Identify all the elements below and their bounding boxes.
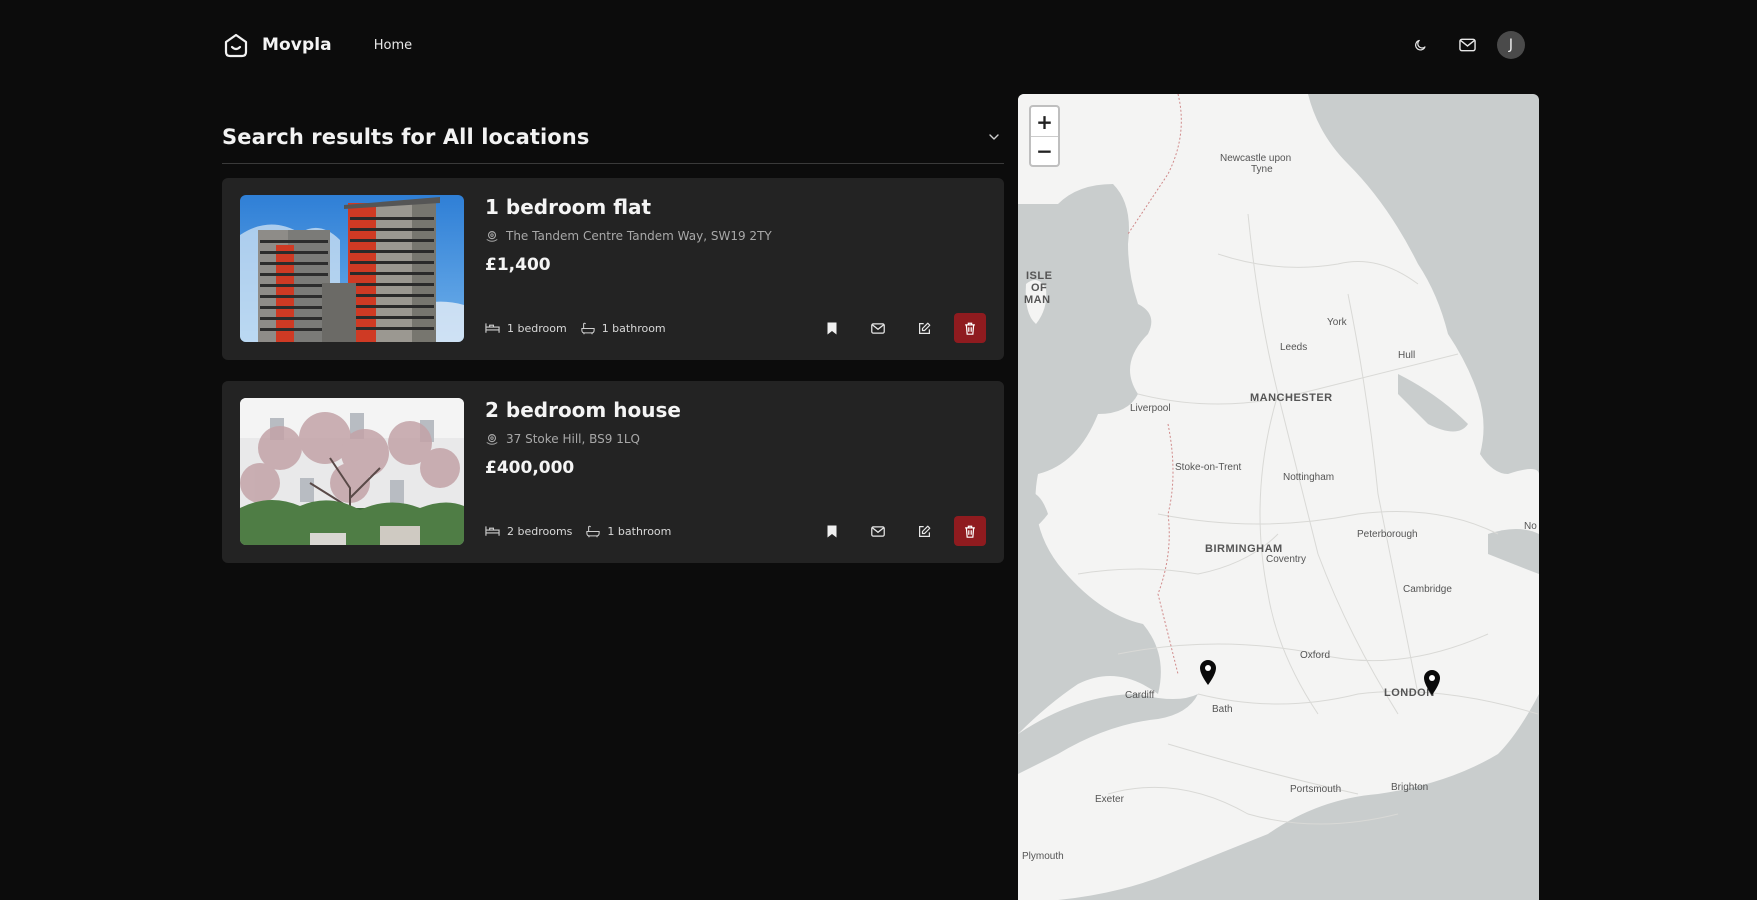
trash-icon — [965, 525, 975, 538]
listing-actions — [802, 313, 986, 343]
map-label-man: MAN — [1024, 294, 1051, 306]
chevron-down-icon[interactable] — [986, 129, 1002, 145]
map-label-coventry: Coventry — [1266, 554, 1307, 565]
bed-icon — [485, 323, 500, 333]
theme-toggle-button[interactable] — [1407, 31, 1435, 59]
listing-address: The Tandem Centre Tandem Way, SW19 2TY — [485, 229, 986, 243]
map-zoom-control: + − — [1029, 105, 1060, 167]
listing-photo[interactable] — [240, 398, 464, 545]
map-label-stoke: Stoke-on-Trent — [1175, 462, 1242, 473]
map-label-bath: Bath — [1212, 704, 1233, 715]
map-label-york: York — [1327, 317, 1347, 328]
listing-footer: 1 bedroom 1 bathroom — [485, 313, 986, 343]
results-header: Search results for All locations — [222, 110, 1004, 164]
bath-icon — [586, 525, 601, 537]
listing-title[interactable]: 2 bedroom house — [485, 398, 986, 422]
brand-logo[interactable]: Movpla — [222, 31, 332, 59]
listing-details: 1 bedroom flat The Tandem Centre Tandem … — [485, 195, 986, 343]
bathrooms-text: 1 bathroom — [601, 321, 666, 335]
listing-price: £1,400 — [485, 255, 551, 275]
delete-listing-button[interactable] — [954, 516, 986, 546]
bathrooms-text: 1 bathroom — [607, 524, 672, 538]
results-map[interactable]: + − Newcastle upon Tyne ISLE OF MAN York… — [1018, 94, 1539, 900]
save-listing-button[interactable] — [816, 516, 848, 546]
results-panel: Search results for All locations 1 bedro… — [222, 110, 1004, 563]
map-label-peterborough: Peterborough — [1357, 529, 1418, 540]
user-avatar[interactable]: J — [1497, 31, 1525, 59]
house-blossom-photo — [240, 398, 464, 545]
edit-listing-button[interactable] — [908, 313, 940, 343]
map-label-manchester: MANCHESTER — [1250, 392, 1333, 404]
listing-details: 2 bedroom house 37 Stoke Hill, BS9 1LQ £… — [485, 398, 986, 546]
zoom-out-button[interactable]: − — [1031, 136, 1058, 165]
bookmark-icon — [827, 525, 837, 537]
mail-icon — [871, 322, 885, 334]
house-logo-icon — [224, 33, 248, 58]
contact-listing-button[interactable] — [862, 313, 894, 343]
map-label-hull: Hull — [1398, 350, 1416, 361]
listing-card[interactable]: 2 bedroom house 37 Stoke Hill, BS9 1LQ £… — [222, 381, 1004, 563]
edit-icon — [918, 525, 930, 537]
bedrooms-feature: 1 bedroom — [485, 322, 567, 335]
address-text: The Tandem Centre Tandem Way, SW19 2TY — [506, 229, 772, 243]
listing-title[interactable]: 1 bedroom flat — [485, 195, 986, 219]
nav-home-link[interactable]: Home — [374, 38, 412, 53]
map-label-newcastle: Newcastle upon — [1220, 153, 1292, 164]
header-actions: J — [1389, 31, 1525, 59]
bedrooms-feature: 2 bedrooms — [485, 525, 572, 538]
map-label-of: OF — [1031, 282, 1048, 294]
map-label-oxford: Oxford — [1300, 650, 1331, 661]
map-label-no: No — [1524, 521, 1537, 532]
listing-card[interactable]: 1 bedroom flat The Tandem Centre Tandem … — [222, 178, 1004, 360]
moon-icon — [1415, 39, 1426, 51]
map-label-cambridge: Cambridge — [1403, 584, 1452, 595]
map-label-cardiff: Cardiff — [1125, 690, 1155, 701]
map-marker-london[interactable] — [1422, 668, 1442, 696]
contact-listing-button[interactable] — [862, 516, 894, 546]
bed-icon — [485, 526, 500, 536]
mail-icon — [1458, 38, 1476, 52]
bathrooms-feature: 1 bathroom — [586, 525, 671, 538]
map-label-portsmouth: Portsmouth — [1290, 784, 1342, 795]
bathrooms-feature: 1 bathroom — [581, 322, 666, 335]
bedrooms-text: 1 bedroom — [507, 321, 567, 335]
map-label-plymouth: Plymouth — [1022, 851, 1064, 862]
map-label-brighton: Brighton — [1391, 782, 1429, 793]
map-marker-bristol[interactable] — [1198, 658, 1218, 686]
map-label-exeter: Exeter — [1095, 794, 1124, 805]
tower-block-photo — [240, 195, 464, 342]
map-base-layer — [1018, 94, 1539, 900]
listing-address: 37 Stoke Hill, BS9 1LQ — [485, 432, 986, 446]
messages-button[interactable] — [1453, 31, 1481, 59]
map-label-liverpool: Liverpool — [1130, 403, 1171, 414]
mail-icon — [871, 525, 885, 537]
map-label-nottingham: Nottingham — [1283, 472, 1335, 483]
listing-photo[interactable] — [240, 195, 464, 342]
save-listing-button[interactable] — [816, 313, 848, 343]
listing-actions — [802, 516, 986, 546]
bookmark-icon — [827, 322, 837, 334]
address-text: 37 Stoke Hill, BS9 1LQ — [506, 432, 640, 446]
zoom-in-button[interactable]: + — [1031, 107, 1058, 136]
map-label-isle: ISLE — [1026, 270, 1053, 282]
listing-price: £400,000 — [485, 458, 575, 478]
results-title: Search results for All locations — [222, 124, 590, 149]
brand-name: Movpla — [262, 35, 332, 55]
map-label-leeds: Leeds — [1280, 342, 1308, 353]
edit-icon — [918, 322, 930, 334]
top-header: Movpla Home J — [222, 25, 1525, 65]
delete-listing-button[interactable] — [954, 313, 986, 343]
location-pin-icon — [486, 434, 498, 445]
edit-listing-button[interactable] — [908, 516, 940, 546]
bedrooms-text: 2 bedrooms — [507, 524, 573, 538]
bath-icon — [581, 322, 595, 334]
listing-footer: 2 bedrooms 1 bathroom — [485, 516, 986, 546]
location-pin-icon — [486, 231, 498, 242]
trash-icon — [965, 322, 975, 335]
map-label-tyne: Tyne — [1251, 164, 1273, 175]
